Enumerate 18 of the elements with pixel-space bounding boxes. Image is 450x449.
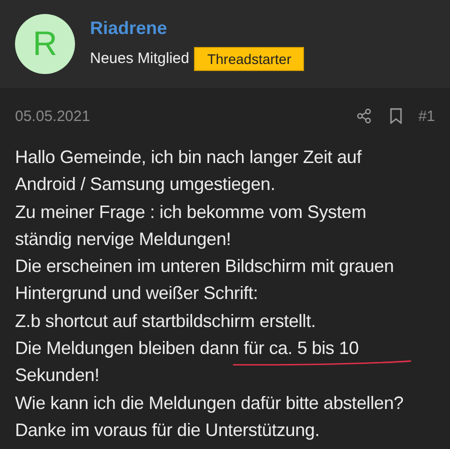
share-icon[interactable] [356, 108, 372, 124]
post-text: Android / Samsung umgestiegen. [15, 174, 276, 196]
post-text: Wie kann ich die Meldungen dafür bitte abstellen? [15, 392, 404, 414]
username[interactable]: Riadrene [90, 18, 304, 38]
post-text: Hallo Gemeinde, ich bin nach langer Zeit auf [15, 147, 362, 168]
post-text: ständig nervige Meldungen! [15, 228, 231, 250]
post-text: Zu meiner Frage : ich bekomme vom System [15, 202, 366, 223]
post-date: 05.05.2021 [15, 108, 92, 124]
post-text: Sekunden! [15, 365, 100, 386]
post-number[interactable]: #1 [418, 108, 435, 124]
post-text: Die Meldungen bleiben dann für ca. 5 bis 10 [15, 338, 359, 360]
bookmark-icon[interactable] [390, 108, 402, 124]
post-text: Z.b shortcut auf startbildschirm erstellt. [15, 310, 316, 332]
post-text: Danke im voraus für die Unterstützung. [15, 420, 320, 441]
post-text: Hintergrund und weißer Schrift: [15, 283, 258, 304]
threadstarter-badge: Threadstarter [194, 46, 304, 70]
post-text: Die erscheinen im unteren Bildschirm mit grauen [15, 256, 394, 278]
member-role: Neues Mitglied [90, 50, 190, 67]
